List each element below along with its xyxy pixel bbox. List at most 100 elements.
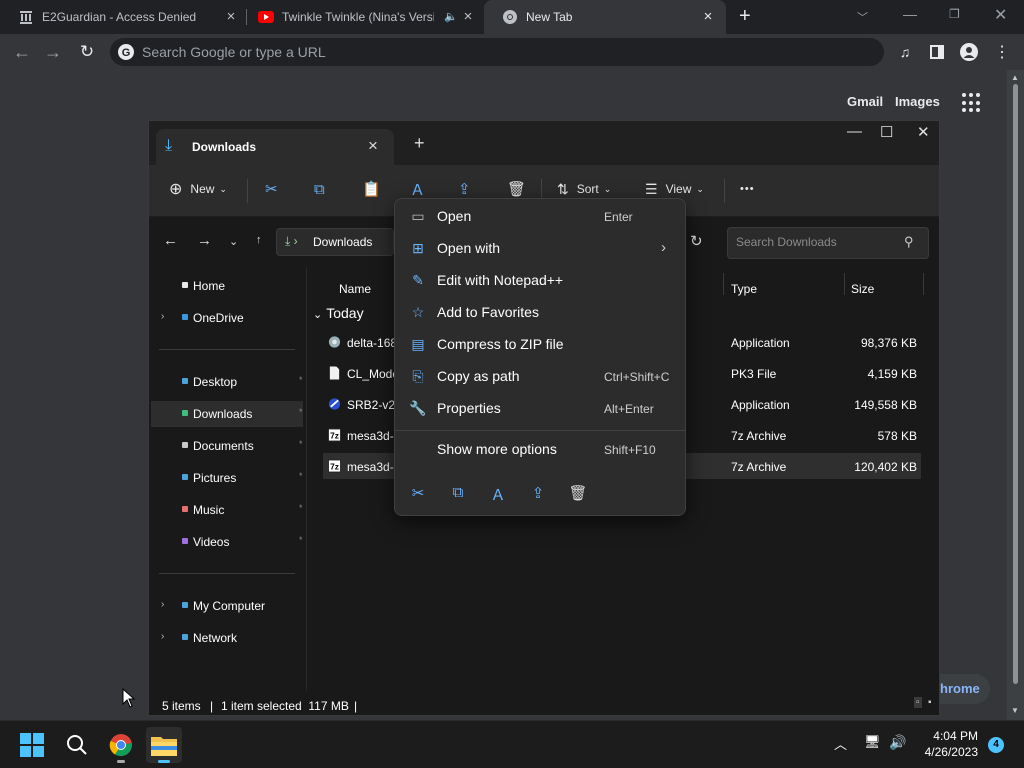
- search-taskbar-button[interactable]: [59, 727, 95, 763]
- close-window-icon[interactable]: ✕: [994, 5, 1007, 25]
- profile-icon[interactable]: [957, 40, 981, 64]
- close-window-icon[interactable]: ✕: [917, 123, 930, 141]
- search-downloads-field[interactable]: ⚲: [727, 227, 929, 259]
- nav-item-downloads[interactable]: Downloads *: [151, 401, 303, 427]
- back-icon[interactable]: ←: [10, 40, 34, 64]
- new-tab-button[interactable]: +: [739, 5, 751, 28]
- nav-item-onedrive[interactable]: › OneDrive: [151, 305, 303, 331]
- copy-icon[interactable]: ⧉: [447, 484, 469, 502]
- tiles-view-icon[interactable]: ▪: [928, 697, 932, 708]
- chrome-tab-newtab[interactable]: New Tab ×: [484, 0, 726, 34]
- explorer-tab-downloads[interactable]: ⤓ Downloads ×: [156, 129, 394, 165]
- nav-label: Pictures: [193, 471, 237, 485]
- column-header-size[interactable]: Size: [851, 282, 874, 296]
- menu-item-properties[interactable]: 🔧 Properties Alt+Enter: [399, 394, 683, 424]
- column-header-name[interactable]: Name: [339, 282, 371, 296]
- details-view-icon[interactable]: ▫: [914, 697, 922, 708]
- images-link[interactable]: Images: [895, 94, 940, 109]
- google-apps-icon[interactable]: [962, 93, 982, 113]
- side-panel-icon[interactable]: [925, 40, 949, 64]
- omnibox[interactable]: G Search Google or type a URL: [110, 38, 884, 66]
- scrollbar-thumb[interactable]: [1013, 84, 1018, 684]
- cut-icon[interactable]: ✂: [407, 484, 429, 502]
- close-icon[interactable]: ×: [700, 9, 716, 25]
- speaker-icon[interactable]: 🔈: [444, 10, 458, 23]
- network-status-icon[interactable]: 🖥: [864, 734, 881, 750]
- sort-button[interactable]: ⇅ Sort ⌄: [557, 179, 611, 199]
- cut-button[interactable]: ✂: [265, 179, 278, 199]
- recent-chevron-down-icon[interactable]: ⌄: [229, 235, 238, 248]
- maximize-icon[interactable]: ☐: [880, 123, 893, 141]
- menu-item-show-more[interactable]: Show more options Shift+F10: [399, 435, 683, 465]
- menu-item-open[interactable]: ▭ Open Enter: [399, 202, 683, 232]
- nav-item-network[interactable]: › Network: [151, 625, 303, 651]
- minimize-icon[interactable]: —: [847, 123, 862, 140]
- minimize-icon[interactable]: —: [903, 6, 917, 22]
- copy-button[interactable]: ⧉: [314, 179, 325, 199]
- reload-icon[interactable]: ↻: [75, 40, 99, 64]
- chrome-tab-e2guardian[interactable]: E2Guardian - Access Denied ×: [0, 0, 245, 34]
- nav-item-pictures[interactable]: Pictures *: [151, 465, 303, 491]
- start-button[interactable]: [14, 727, 50, 763]
- tab-search-icon[interactable]: ﹀: [857, 9, 868, 25]
- nav-item-my-computer[interactable]: › My Computer: [151, 593, 303, 619]
- trash-icon[interactable]: 🗑: [567, 484, 589, 502]
- restore-icon[interactable]: ❐: [949, 7, 960, 21]
- group-header-today[interactable]: ⌄ Today: [313, 305, 364, 321]
- view-button[interactable]: ☰ View ⌄: [645, 179, 704, 199]
- gmail-link[interactable]: Gmail: [847, 94, 883, 109]
- nav-item-music[interactable]: Music *: [151, 497, 303, 523]
- nav-item-desktop[interactable]: Desktop *: [151, 369, 303, 395]
- breadcrumb-downloads[interactable]: Downloads: [313, 235, 372, 249]
- explorer-new-tab-button[interactable]: +: [414, 133, 425, 154]
- share-icon[interactable]: ⇪: [527, 484, 549, 502]
- chevron-right-icon[interactable]: ›: [161, 311, 164, 322]
- menu-item-open-with[interactable]: ⊞ Open with ›: [399, 234, 683, 264]
- address-input[interactable]: ⤓ › Downloads: [276, 228, 394, 256]
- menu-item-copy-path[interactable]: ⎘ Copy as path Ctrl+Shift+C: [399, 362, 683, 392]
- search-icon[interactable]: ⚲: [904, 234, 914, 250]
- paste-button[interactable]: 📋: [362, 179, 381, 199]
- menu-kebab-icon[interactable]: ⋮: [990, 40, 1014, 64]
- new-button[interactable]: ⊕ New ⌄: [169, 179, 227, 199]
- up-arrow-icon[interactable]: ↑: [256, 234, 262, 246]
- column-header-type[interactable]: Type: [731, 282, 757, 296]
- notification-badge[interactable]: 4: [988, 737, 1004, 753]
- menu-label: Compress to ZIP file: [437, 336, 564, 352]
- menu-item-edit-notepadpp[interactable]: ✎ Edit with Notepad++: [399, 266, 683, 296]
- pane-divider[interactable]: [306, 267, 307, 691]
- chevron-right-icon[interactable]: ›: [161, 599, 164, 610]
- file-explorer-taskbar-button[interactable]: [146, 727, 182, 763]
- media-controls-icon[interactable]: ♫: [893, 40, 917, 64]
- volume-icon[interactable]: 🔊: [889, 734, 906, 751]
- menu-item-add-favorites[interactable]: ☆ Add to Favorites: [399, 298, 683, 328]
- page-scrollbar[interactable]: ▲ ▼: [1007, 70, 1024, 720]
- forward-icon[interactable]: →: [41, 40, 65, 64]
- column-divider[interactable]: [923, 273, 924, 295]
- refresh-icon[interactable]: ↻: [690, 232, 703, 250]
- system-clock[interactable]: 4:04 PM 4/26/2023: [916, 729, 978, 761]
- menu-item-compress-zip[interactable]: ▤ Compress to ZIP file: [399, 330, 683, 360]
- column-divider[interactable]: [723, 273, 724, 295]
- rename-icon[interactable]: Ａ: [487, 484, 509, 504]
- share-button[interactable]: ⇪: [458, 179, 471, 199]
- search-input[interactable]: [736, 235, 896, 249]
- nav-item-documents[interactable]: Documents *: [151, 433, 303, 459]
- close-icon[interactable]: ×: [460, 9, 476, 25]
- nav-item-videos[interactable]: Videos *: [151, 529, 303, 555]
- delete-button[interactable]: 🗑: [507, 179, 526, 199]
- column-divider[interactable]: [844, 273, 845, 295]
- scroll-down-icon[interactable]: ▼: [1011, 706, 1019, 715]
- more-options-button[interactable]: •••: [740, 179, 755, 199]
- chevron-up-icon[interactable]: ︿: [834, 734, 847, 753]
- back-icon[interactable]: ←: [163, 232, 178, 249]
- close-icon[interactable]: ×: [223, 9, 239, 25]
- forward-icon[interactable]: →: [197, 232, 212, 249]
- chevron-right-icon[interactable]: ›: [161, 631, 164, 642]
- close-icon[interactable]: ×: [368, 136, 378, 156]
- nav-item-home[interactable]: Home: [151, 273, 303, 299]
- scroll-up-icon[interactable]: ▲: [1011, 73, 1019, 82]
- rename-button[interactable]: Ａ: [410, 179, 425, 199]
- chrome-tab-youtube[interactable]: Twinkle Twinkle (Nina's Versi 🔈 ×: [240, 0, 484, 34]
- chrome-taskbar-button[interactable]: [103, 727, 139, 763]
